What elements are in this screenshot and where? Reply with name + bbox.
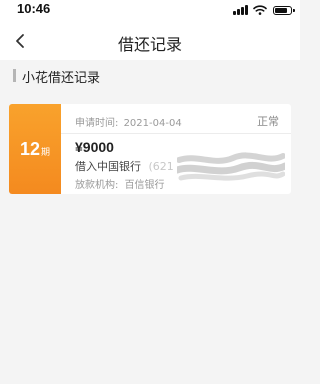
section-accent-bar — [13, 69, 16, 82]
divider — [61, 133, 291, 134]
lender-name: 百信银行 — [124, 180, 165, 191]
nav-bar: 借还记录 — [0, 22, 300, 60]
borrow-bank-label: 借入中国银行 — [75, 160, 141, 173]
loan-record-card[interactable]: 12 期 申请时间: 2021-04-04 正常 ¥9000 借入中国银行 (6… — [9, 104, 291, 194]
wifi-icon — [253, 5, 267, 15]
status-icons — [233, 5, 295, 15]
battery-icon — [273, 5, 295, 15]
loan-amount: ¥9000 — [75, 139, 114, 155]
page-title: 借还记录 — [117, 35, 182, 54]
signal-icon — [233, 5, 248, 15]
card-number: (621 — [148, 160, 174, 173]
borrow-account: 借入中国银行 (621 — [75, 158, 174, 174]
term-unit: 期 — [41, 148, 51, 158]
lender-info: 放款机构: 百信银行 — [75, 176, 165, 191]
term-number: 12 — [19, 138, 40, 159]
apply-time-value: 2021-04-04 — [123, 118, 182, 129]
section-header: 小花借还记录 — [0, 62, 300, 90]
apply-time: 申请时间: 2021-04-04 — [75, 114, 182, 129]
redaction-scribble — [177, 152, 285, 181]
status-bar: 10:46 — [0, 0, 300, 22]
term-badge: 12 期 — [9, 104, 61, 194]
section-title: 小花借还记录 — [22, 71, 101, 86]
lender-label: 放款机构: — [75, 180, 119, 191]
apply-time-label: 申请时间: — [75, 118, 119, 129]
status-badge: 正常 — [257, 115, 279, 128]
status-time: 10:46 — [17, 1, 51, 16]
